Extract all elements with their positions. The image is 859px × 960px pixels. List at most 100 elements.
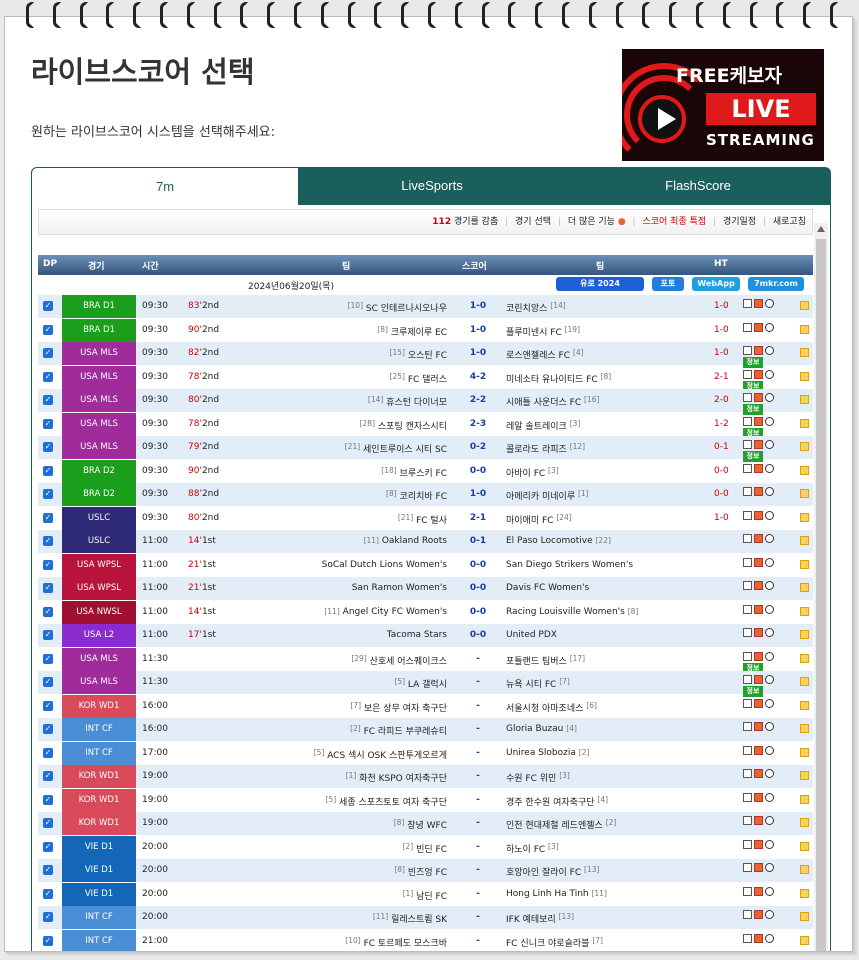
away-team[interactable]: Davis FC Women's bbox=[506, 583, 589, 593]
ball-icon[interactable] bbox=[765, 745, 774, 755]
ball-icon[interactable] bbox=[765, 557, 774, 567]
away-team[interactable]: Gloria Buzau [4] bbox=[506, 724, 577, 734]
away-team[interactable]: 레알 솔트레이크 [3] bbox=[506, 419, 580, 432]
home-team[interactable]: [2] FC 라피드 부쿠레슈티 bbox=[350, 724, 447, 737]
odds-icon[interactable] bbox=[754, 628, 763, 637]
analysis-icon[interactable] bbox=[743, 487, 752, 496]
home-team[interactable]: [5] 세종 스포츠토토 여자 축구단 bbox=[326, 795, 447, 808]
league-label[interactable]: USA MLS bbox=[62, 365, 136, 389]
ball-icon[interactable] bbox=[765, 651, 774, 661]
league-label[interactable]: KOR WD1 bbox=[62, 788, 136, 812]
analysis-icon[interactable] bbox=[743, 346, 752, 355]
analysis-icon[interactable] bbox=[743, 792, 752, 802]
odds-icon[interactable] bbox=[754, 510, 763, 520]
odds-icon[interactable] bbox=[754, 792, 763, 802]
display-checkbox[interactable]: ✓ bbox=[43, 324, 53, 335]
match-score[interactable]: - bbox=[458, 748, 498, 758]
odds-icon[interactable] bbox=[754, 863, 763, 872]
match-score[interactable]: 2-1 bbox=[458, 513, 498, 523]
league-label[interactable]: KOR WD1 bbox=[62, 812, 136, 835]
league-label[interactable]: USA MLS bbox=[62, 436, 136, 459]
odds-icon[interactable] bbox=[754, 886, 763, 896]
match-score[interactable]: 0-0 bbox=[458, 607, 498, 617]
ball-icon[interactable] bbox=[765, 863, 774, 872]
ball-icon[interactable] bbox=[765, 933, 774, 943]
analysis-icon[interactable] bbox=[743, 745, 752, 755]
ball-icon[interactable] bbox=[765, 416, 774, 426]
ball-icon[interactable] bbox=[765, 675, 774, 684]
ball-icon[interactable] bbox=[765, 487, 774, 496]
display-checkbox[interactable]: ✓ bbox=[43, 630, 53, 640]
league-label[interactable]: BRA D2 bbox=[62, 459, 136, 483]
vertical-scrollbar[interactable] bbox=[814, 223, 828, 951]
match-score[interactable]: 1-0 bbox=[458, 348, 498, 358]
match-score[interactable]: - bbox=[458, 842, 498, 852]
away-team[interactable]: United PDX bbox=[506, 630, 557, 640]
league-label[interactable]: USA MLS bbox=[62, 389, 136, 412]
home-team[interactable]: [10] SC 인테르나시오나우 bbox=[348, 301, 447, 314]
table-row[interactable]: ✓ USLC 09:30 80'2nd [21] FC 털사 2-1 마이애미 FC [24… bbox=[38, 506, 813, 530]
league-label[interactable]: INT CF bbox=[62, 929, 136, 951]
table-row[interactable]: ✓ USA NWSL 11:00 14'1st [11] Angel City FC W… bbox=[38, 600, 813, 624]
analysis-icon[interactable] bbox=[743, 933, 752, 943]
analysis-icon[interactable] bbox=[743, 839, 752, 849]
league-label[interactable]: BRA D1 bbox=[62, 318, 136, 342]
table-row[interactable]: ✓ USLC 11:00 14'1st [11] Oakland Roots 0-1 El … bbox=[38, 530, 813, 554]
odds-icon[interactable] bbox=[754, 910, 763, 919]
odds-icon[interactable] bbox=[754, 463, 763, 473]
note-icon[interactable] bbox=[800, 512, 809, 522]
match-score[interactable]: 1-0 bbox=[458, 301, 498, 311]
display-checkbox[interactable]: ✓ bbox=[43, 653, 53, 664]
match-score[interactable]: - bbox=[458, 889, 498, 899]
note-icon[interactable] bbox=[800, 653, 809, 663]
home-team[interactable]: San Ramon Women's bbox=[352, 583, 447, 593]
analysis-icon[interactable] bbox=[743, 628, 752, 637]
ball-icon[interactable] bbox=[765, 463, 774, 473]
away-team[interactable]: 미네소타 유나이티드 FC [8] bbox=[506, 372, 611, 385]
ball-icon[interactable] bbox=[765, 604, 774, 614]
note-icon[interactable] bbox=[800, 324, 809, 334]
display-checkbox[interactable]: ✓ bbox=[43, 841, 53, 852]
league-label[interactable]: USA WPSL bbox=[62, 577, 136, 600]
note-icon[interactable] bbox=[800, 841, 809, 851]
scrollbar-thumb[interactable] bbox=[816, 239, 826, 951]
analysis-icon[interactable] bbox=[743, 886, 752, 896]
note-icon[interactable] bbox=[800, 418, 809, 428]
table-row[interactable]: ✓ USA WPSL 11:00 21'1st SoCal Dutch Lions W… bbox=[38, 553, 813, 577]
table-row[interactable]: ✓ USA MLS 09:30 79'2nd [21] 세인트루이스 시티 SC 0-2 콜… bbox=[38, 436, 813, 462]
table-row[interactable]: ✓ KOR WD1 16:00 [7] 보은 상무 여자 축구단 - 서울시청 아마조네스… bbox=[38, 694, 813, 718]
webapp-badge[interactable]: WebApp bbox=[692, 277, 740, 291]
ball-icon[interactable] bbox=[765, 581, 774, 590]
home-team[interactable]: [1] 화천 KSPO 여자축구단 bbox=[346, 771, 447, 784]
match-score[interactable]: - bbox=[458, 818, 498, 828]
match-score[interactable]: - bbox=[458, 677, 498, 687]
away-team[interactable]: 수원 FC 위민 [3] bbox=[506, 771, 570, 784]
tab-livesports[interactable]: LiveSports bbox=[299, 167, 565, 207]
league-label[interactable]: INT CF bbox=[62, 741, 136, 765]
display-checkbox[interactable]: ✓ bbox=[43, 700, 53, 711]
league-label[interactable]: BRA D1 bbox=[62, 295, 136, 318]
odds-icon[interactable] bbox=[754, 346, 763, 355]
home-team[interactable]: [5] ACS 섹시 OSK 스판투게오르게 bbox=[314, 748, 447, 761]
display-checkbox[interactable]: ✓ bbox=[43, 794, 53, 805]
display-checkbox[interactable]: ✓ bbox=[43, 747, 53, 758]
ball-icon[interactable] bbox=[765, 534, 774, 543]
match-score[interactable]: 2-2 bbox=[458, 395, 498, 405]
away-team[interactable]: 하노이 FC [3] bbox=[506, 842, 559, 855]
home-team[interactable]: [1] 남딘 FC bbox=[403, 889, 447, 902]
odds-icon[interactable] bbox=[754, 322, 763, 332]
ball-icon[interactable] bbox=[765, 346, 774, 355]
away-team[interactable]: San Diego Strikers Women's bbox=[506, 560, 633, 570]
display-checkbox[interactable]: ✓ bbox=[43, 888, 53, 899]
away-team[interactable]: 시애틀 사운더스 FC [16] bbox=[506, 395, 599, 408]
match-score[interactable]: 0-0 bbox=[458, 630, 498, 640]
analysis-icon[interactable] bbox=[743, 722, 752, 731]
ball-icon[interactable] bbox=[765, 369, 774, 379]
analysis-icon[interactable] bbox=[743, 651, 752, 661]
table-row[interactable]: ✓ BRA D2 09:30 90'2nd [18] 브루스키 FC 0-0 아바이 FC … bbox=[38, 459, 813, 483]
match-score[interactable]: - bbox=[458, 654, 498, 664]
analysis-icon[interactable] bbox=[743, 816, 752, 825]
league-label[interactable]: USA MLS bbox=[62, 671, 136, 694]
note-icon[interactable] bbox=[800, 442, 809, 451]
league-label[interactable]: BRA D2 bbox=[62, 483, 136, 506]
